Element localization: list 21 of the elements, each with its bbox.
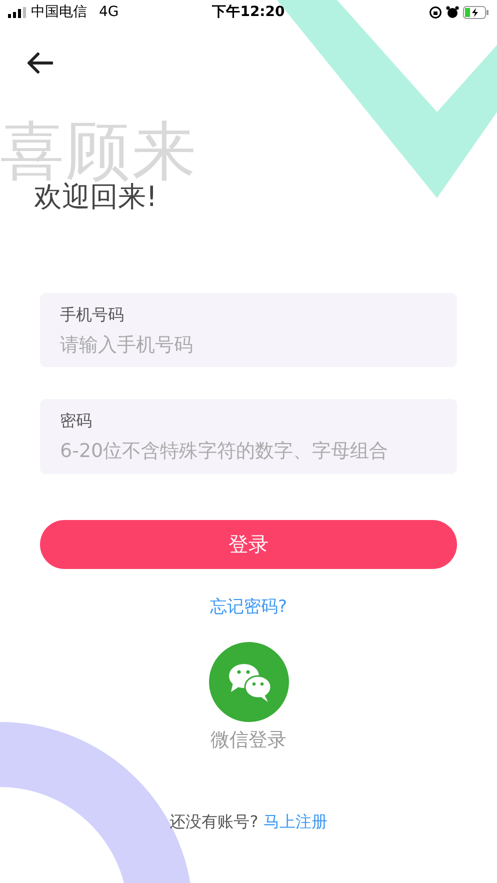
- wechat-icon[interactable]: [208, 642, 288, 722]
- register-link[interactable]: 马上注册: [263, 812, 328, 831]
- carrier-name: 中国电信: [31, 3, 87, 22]
- forgot-password-link[interactable]: 忘记密码?: [210, 596, 288, 617]
- input-field[interactable]: 请输入手机号码: [60, 330, 437, 360]
- signal-icon: [8, 7, 27, 18]
- input-field[interactable]: 6-20位不含特殊字符的数字、字母组合: [60, 437, 437, 466]
- login-button[interactable]: 登录: [40, 520, 457, 569]
- field-label: 密码: [60, 410, 93, 432]
- alarm-icon: [446, 6, 459, 19]
- network-type: 4G: [99, 3, 119, 22]
- rotation-lock-icon: [428, 6, 442, 19]
- form-field[interactable]: 手机号码 请输入手机号码: [40, 292, 457, 368]
- no-account-prompt: 还没有账号?: [170, 812, 258, 831]
- clock: 下午12:20: [212, 3, 285, 22]
- wechat-login-label: 微信登录: [210, 728, 286, 754]
- welcome-title: 欢迎回来!: [34, 180, 158, 214]
- battery-icon: [462, 6, 489, 19]
- field-label: 手机号码: [60, 304, 125, 326]
- back-arrow-icon[interactable]: [26, 52, 53, 74]
- form-field[interactable]: 密码 6-20位不含特殊字符的数字、字母组合: [40, 399, 457, 474]
